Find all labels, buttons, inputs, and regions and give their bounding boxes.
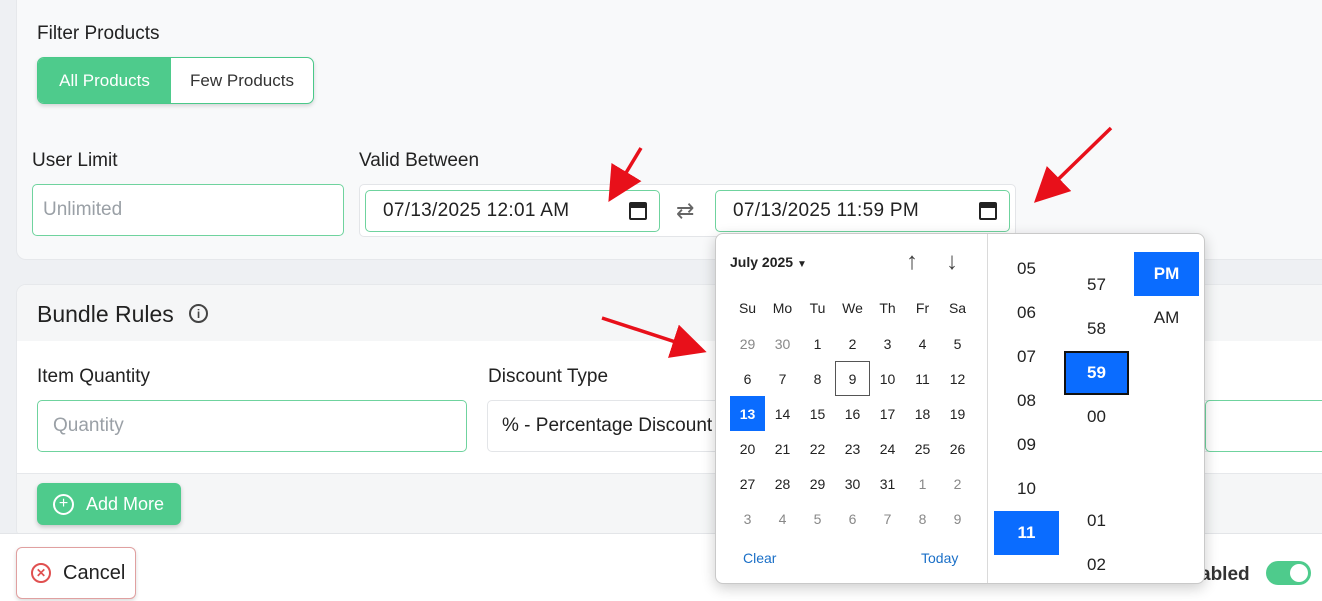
arrow-to-end-date xyxy=(1033,126,1113,203)
arrow-to-start-date xyxy=(608,147,643,202)
arrow-to-calendar xyxy=(601,316,707,358)
annotation-arrows xyxy=(601,126,1113,358)
